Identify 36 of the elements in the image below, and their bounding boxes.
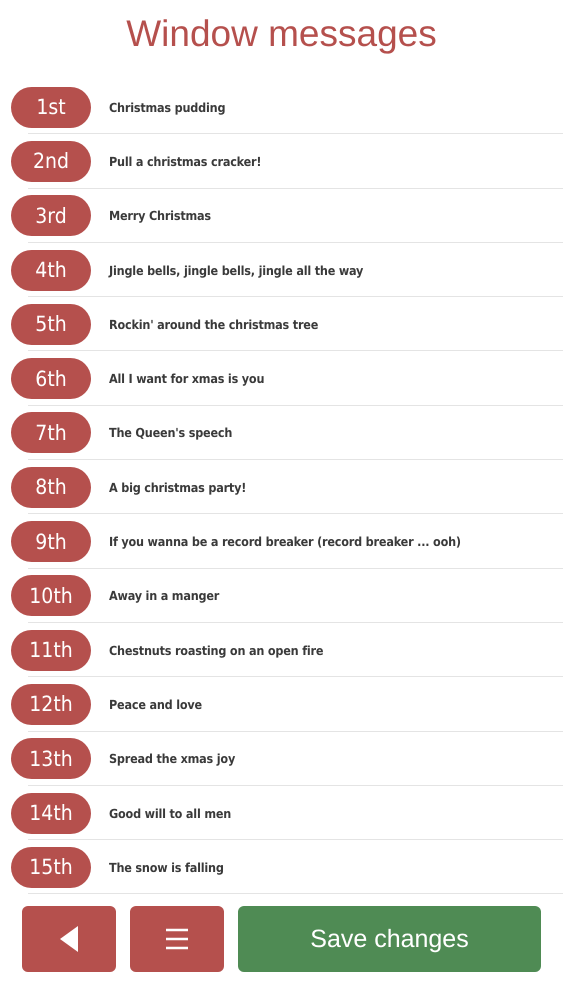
day-badge: 13th: [11, 738, 91, 780]
day-badge: 9th: [11, 521, 91, 562]
message-field[interactable]: Chestnuts roasting on an open fire: [109, 638, 324, 662]
back-button[interactable]: [22, 906, 116, 972]
message-field[interactable]: Peace and love: [109, 692, 202, 716]
day-badge: 6th: [11, 358, 91, 400]
message-field[interactable]: Away in a manger: [109, 584, 220, 608]
day-badge: 3rd: [11, 195, 91, 236]
back-icon: [60, 926, 78, 952]
message-field[interactable]: Merry Christmas: [109, 204, 211, 228]
day-badge: 1st: [11, 86, 91, 128]
message-field[interactable]: Christmas pudding: [109, 96, 226, 119]
day-badge: 2nd: [11, 140, 91, 182]
message-field[interactable]: The Queen's speech: [109, 421, 232, 444]
message-field[interactable]: Good will to all men: [109, 802, 232, 824]
message-field[interactable]: Pull a christmas cracker!: [109, 150, 262, 173]
menu-icon: [166, 928, 188, 950]
message-field[interactable]: The snow is falling: [109, 856, 224, 879]
message-field[interactable]: Spread the xmas joy: [109, 747, 236, 770]
day-badge: 4th: [11, 250, 91, 291]
menu-button[interactable]: [130, 906, 224, 972]
message-field[interactable]: A big christmas party!: [109, 476, 246, 499]
day-badge: 5th: [11, 304, 91, 345]
day-badge: 7th: [11, 412, 91, 454]
day-badge: 12th: [11, 684, 91, 725]
message-field[interactable]: If you wanna be a record breaker (record breaker ... ooh): [109, 530, 461, 554]
message-field[interactable]: Rockin' around the christmas tree: [109, 312, 318, 336]
page-title: Window messages: [125, 12, 438, 56]
day-badge: 10th: [11, 575, 91, 616]
message-field[interactable]: Jingle bells, jingle bells, jingle all the way: [109, 258, 364, 282]
save-button[interactable]: Save changes: [238, 906, 541, 972]
day-badge: 11th: [11, 630, 91, 671]
day-badge: 8th: [11, 466, 91, 508]
day-badge: 15th: [11, 846, 91, 888]
day-badge: 14th: [11, 792, 91, 834]
message-field[interactable]: All I want for xmas is you: [109, 367, 264, 390]
